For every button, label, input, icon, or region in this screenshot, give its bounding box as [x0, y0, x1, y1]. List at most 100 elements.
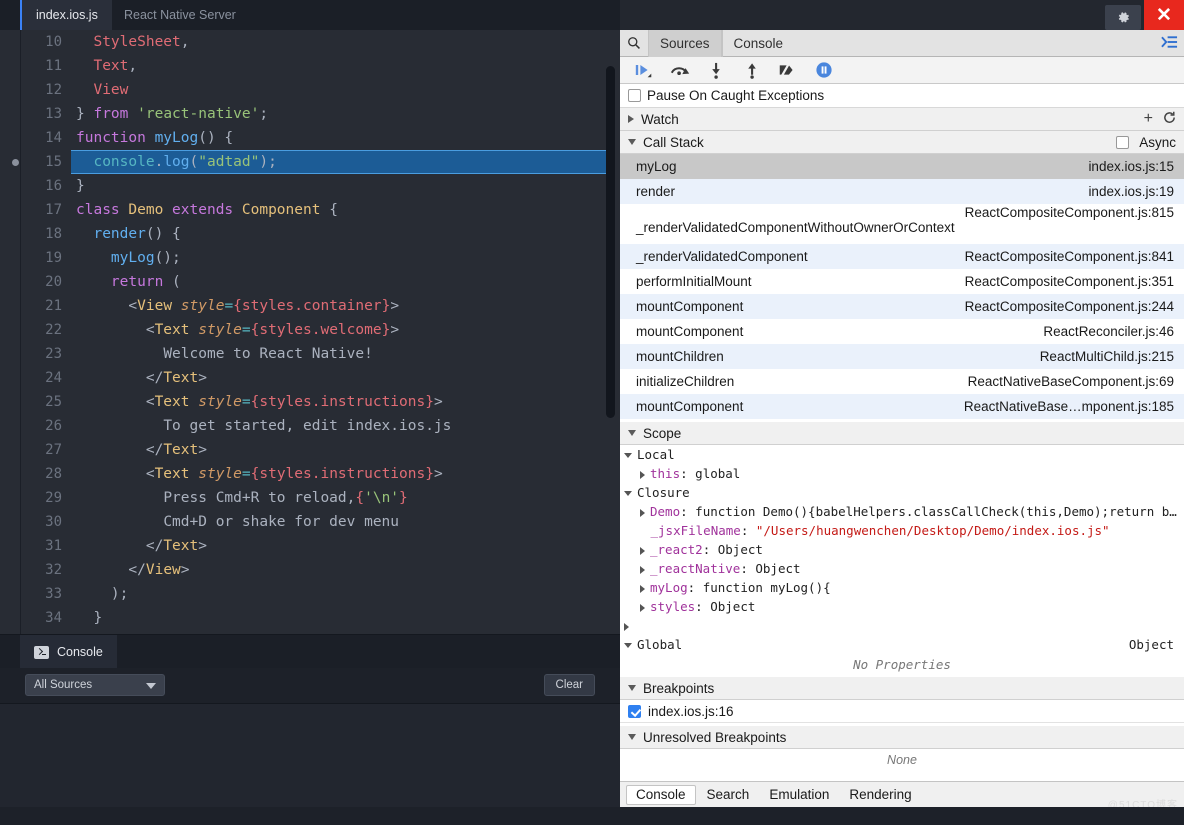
- chevron-down-icon: [628, 734, 636, 740]
- search-icon[interactable]: [620, 36, 648, 50]
- breakpoint-checkbox[interactable]: [628, 704, 641, 718]
- line-source: return (: [110, 274, 181, 290]
- step-over-next-function-call-icon[interactable]: [664, 58, 696, 82]
- clear-console-button[interactable]: Clear: [543, 674, 595, 696]
- code-line: 19 myLog();: [0, 246, 620, 270]
- call-stack-frame[interactable]: mountComponent ReactNativeBase…mponent.js…: [620, 394, 1184, 419]
- editor-tab-index-ios-js[interactable]: index.ios.js: [20, 0, 112, 30]
- section-watch[interactable]: Watch +: [620, 108, 1184, 131]
- call-stack-frame[interactable]: initializeChildren ReactNativeBaseCompone…: [620, 369, 1184, 394]
- chevron-down-icon: [624, 453, 632, 458]
- scope-property[interactable]: this: global: [620, 464, 1184, 483]
- scope-group-header[interactable]: Local: [620, 445, 1184, 464]
- close-icon[interactable]: ✕: [1144, 0, 1184, 30]
- code-line: 21 <View style={styles.container}>: [0, 294, 620, 318]
- line-number: 10: [45, 34, 62, 50]
- devtools-drawer-tabs: Console Search Emulation Rendering: [620, 781, 1184, 807]
- call-stack-frame[interactable]: performInitialMount ReactCompositeCompone…: [620, 269, 1184, 294]
- call-stack-frame[interactable]: myLog index.ios.js:15: [620, 154, 1184, 179]
- frame-function: mountChildren: [636, 349, 724, 364]
- drawer-tab-rendering[interactable]: Rendering: [840, 785, 920, 805]
- drawer-tab-console[interactable]: Console: [626, 784, 696, 805]
- line-number: 19: [45, 250, 62, 266]
- source-filter-value: All Sources: [34, 679, 93, 691]
- call-stack-label: Call Stack: [643, 134, 704, 150]
- line-source: Cmd+D or shake for dev menu: [163, 514, 400, 530]
- frame-location: index.ios.js:15: [1088, 159, 1174, 174]
- call-stack-frame[interactable]: _renderValidatedComponent ReactCompositeC…: [620, 244, 1184, 269]
- step-into-next-function-call-icon[interactable]: [700, 58, 732, 82]
- frame-function: performInitialMount: [636, 274, 752, 289]
- section-breakpoints[interactable]: Breakpoints: [620, 677, 1184, 700]
- section-scope[interactable]: Scope: [620, 422, 1184, 445]
- step-out-of-current-function-icon[interactable]: [736, 58, 768, 82]
- frame-function: render: [636, 184, 676, 199]
- async-toggle[interactable]: Async: [1116, 135, 1176, 150]
- call-stack-frame[interactable]: mountComponent ReactCompositeComponent.js…: [620, 294, 1184, 319]
- code-line: 16}: [0, 174, 620, 198]
- tab-sources[interactable]: Sources: [648, 29, 722, 57]
- call-stack-frame[interactable]: ReactCompositeComponent.js:815 _renderVal…: [620, 204, 1184, 244]
- code-line: 18 render() {: [0, 222, 620, 246]
- line-source: To get started, edit index.ios.js: [163, 418, 452, 434]
- property-name: _jsxFileName: [650, 523, 741, 538]
- line-number: 31: [45, 538, 62, 554]
- call-stack-frame[interactable]: mountComponent ReactReconciler.js:46: [620, 319, 1184, 344]
- property-value: Object: [710, 599, 756, 614]
- scope-property[interactable]: styles: Object: [620, 597, 1184, 616]
- unresolved-breakpoints-empty-text: None: [887, 753, 917, 767]
- frame-location: ReactCompositeComponent.js:841: [964, 249, 1174, 264]
- scope-property[interactable]: _jsxFileName: "/Users/huangwenchen/Deskt…: [620, 521, 1184, 540]
- call-stack-frame[interactable]: render index.ios.js:19: [620, 179, 1184, 204]
- call-stack-frame[interactable]: mountChildren ReactMultiChild.js:215: [620, 344, 1184, 369]
- editor-tab-label: index.ios.js: [36, 8, 98, 22]
- pause-on-caught-exceptions-checkbox[interactable]: [628, 89, 641, 102]
- dock-side-icon[interactable]: [1161, 35, 1178, 53]
- async-checkbox[interactable]: [1116, 135, 1130, 149]
- editor-console-tab[interactable]: Console: [20, 635, 117, 669]
- chevron-right-icon: [628, 115, 634, 123]
- scope-group-header[interactable]: Global Object: [620, 635, 1184, 654]
- drawer-tab-search[interactable]: Search: [698, 785, 759, 805]
- gear-icon[interactable]: [1105, 5, 1141, 30]
- unresolved-breakpoints-label: Unresolved Breakpoints: [643, 729, 787, 745]
- scope-property[interactable]: _react2: Object: [620, 540, 1184, 559]
- pause-on-caught-exceptions-label: Pause On Caught Exceptions: [647, 88, 825, 103]
- line-number: 25: [45, 394, 62, 410]
- pause-on-caught-exceptions-row[interactable]: Pause On Caught Exceptions: [620, 84, 1184, 108]
- line-source: }: [93, 610, 103, 626]
- code-editor[interactable]: 10 StyleSheet, 11 Text, 12 View 13} from 'r…: [0, 30, 620, 634]
- drawer-tab-emulation[interactable]: Emulation: [760, 785, 838, 805]
- refresh-watch-icon[interactable]: [1163, 111, 1176, 127]
- section-call-stack[interactable]: Call Stack Async: [620, 131, 1184, 154]
- scope-property[interactable]: _reactNative: Object: [620, 559, 1184, 578]
- scope-group-header[interactable]: Closure: [620, 483, 1184, 502]
- line-source: Press Cmd+R to reload,{'\n'}: [163, 490, 408, 506]
- watch-actions: +: [1144, 111, 1176, 127]
- line-number: 29: [45, 490, 62, 506]
- tab-console[interactable]: Console: [721, 29, 795, 57]
- unresolved-breakpoints-empty: None: [620, 749, 1184, 779]
- breakpoint-item[interactable]: index.ios.js:16: [620, 700, 1184, 723]
- scope-group-header[interactable]: [620, 616, 1184, 635]
- pause-on-exceptions-icon[interactable]: [808, 58, 840, 82]
- frame-location: ReactCompositeComponent.js:351: [964, 274, 1174, 289]
- editor-vertical-scrollbar[interactable]: [606, 66, 615, 418]
- scope-property[interactable]: Demo: function Demo(){babelHelpers.class…: [620, 502, 1184, 521]
- chevron-right-icon: [640, 565, 645, 574]
- resume-script-execution-icon[interactable]: [628, 58, 660, 82]
- chevron-down-icon: [624, 491, 632, 496]
- deactivate-breakpoints-icon[interactable]: [772, 58, 804, 82]
- property-name: Demo: [650, 504, 681, 519]
- section-unresolved-breakpoints[interactable]: Unresolved Breakpoints: [620, 726, 1184, 749]
- terminal-icon: [34, 645, 49, 659]
- scope-group-label: Local: [637, 447, 675, 462]
- scope-group-label: Global: [637, 637, 683, 652]
- drawer-tab-rendering-label: Rendering: [849, 787, 912, 802]
- add-watch-expression-icon[interactable]: +: [1144, 111, 1153, 127]
- scope-tree[interactable]: Local this: global Closure Demo: function D…: [620, 445, 1184, 672]
- line-source: <Text style={styles.welcome}>: [145, 322, 400, 338]
- editor-tab-react-native-server[interactable]: React Native Server: [110, 0, 250, 30]
- scope-property[interactable]: myLog: function myLog(){: [620, 578, 1184, 597]
- source-filter-select[interactable]: All Sources: [25, 674, 165, 696]
